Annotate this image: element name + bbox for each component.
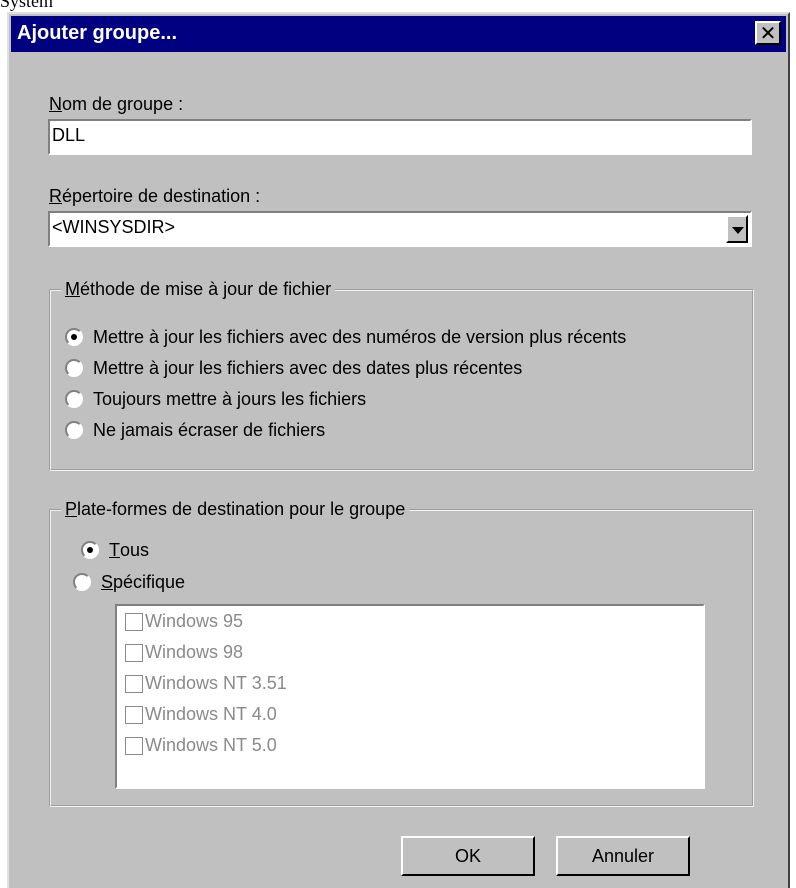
update-method-group: Méthode de mise à jour de fichier Mettre… bbox=[49, 279, 754, 471]
checkbox-icon[interactable] bbox=[125, 612, 143, 631]
group-name-value: DLL bbox=[52, 125, 86, 145]
radio-icon[interactable] bbox=[65, 359, 83, 377]
platform-item-nt50[interactable]: Windows NT 5.0 bbox=[117, 730, 703, 761]
title-bar[interactable]: Ajouter groupe... ✕ bbox=[11, 16, 786, 52]
update-option-always[interactable]: Toujours mettre à jours les fichiers bbox=[65, 385, 366, 413]
update-option-newer-date[interactable]: Mettre à jour les fichiers avec des date… bbox=[65, 354, 522, 382]
checkbox-icon[interactable] bbox=[125, 643, 143, 662]
radio-icon[interactable] bbox=[65, 328, 83, 346]
radio-icon[interactable] bbox=[65, 390, 83, 408]
update-method-legend: Méthode de mise à jour de fichier bbox=[61, 279, 336, 300]
destination-label: Répertoire de destination : bbox=[49, 186, 261, 206]
checkbox-icon[interactable] bbox=[125, 705, 143, 724]
chevron-down-icon[interactable] bbox=[726, 215, 748, 243]
ok-button[interactable]: OK bbox=[401, 836, 535, 876]
platform-item-win98[interactable]: Windows 98 bbox=[117, 637, 703, 668]
destination-value: <WINSYSDIR> bbox=[52, 217, 176, 237]
platform-item-nt351[interactable]: Windows NT 3.51 bbox=[117, 668, 703, 699]
cancel-button[interactable]: Annuler bbox=[556, 836, 690, 876]
close-button[interactable]: ✕ bbox=[755, 21, 781, 45]
add-group-dialog: Ajouter groupe... ✕ Nom de groupe : DLL … bbox=[7, 12, 790, 888]
radio-icon[interactable] bbox=[73, 573, 91, 591]
radio-icon[interactable] bbox=[81, 541, 99, 559]
update-option-newer-version[interactable]: Mettre à jour les fichiers avec des numé… bbox=[65, 323, 626, 351]
radio-icon[interactable] bbox=[65, 421, 83, 439]
destination-select[interactable]: <WINSYSDIR> bbox=[48, 211, 752, 247]
platform-specific-radio[interactable]: Spécifique bbox=[73, 568, 185, 596]
platform-all-radio[interactable]: Tous bbox=[81, 536, 149, 564]
group-name-input[interactable]: DLL bbox=[48, 119, 752, 155]
update-option-never[interactable]: Ne jamais écraser de fichiers bbox=[65, 416, 325, 444]
group-name-label: Nom de groupe : bbox=[49, 94, 184, 114]
checkbox-icon[interactable] bbox=[125, 674, 143, 693]
background-window-title: System bbox=[0, 0, 54, 11]
platforms-legend: Plate-formes de destination pour le grou… bbox=[61, 499, 410, 520]
platform-list[interactable]: Windows 95 Windows 98 Windows NT 3.51 Wi… bbox=[115, 604, 705, 789]
close-icon: ✕ bbox=[759, 21, 777, 45]
dialog-title: Ajouter groupe... bbox=[17, 22, 177, 44]
platform-item-win95[interactable]: Windows 95 bbox=[117, 606, 703, 637]
checkbox-icon[interactable] bbox=[125, 736, 143, 755]
platform-item-nt40[interactable]: Windows NT 4.0 bbox=[117, 699, 703, 730]
